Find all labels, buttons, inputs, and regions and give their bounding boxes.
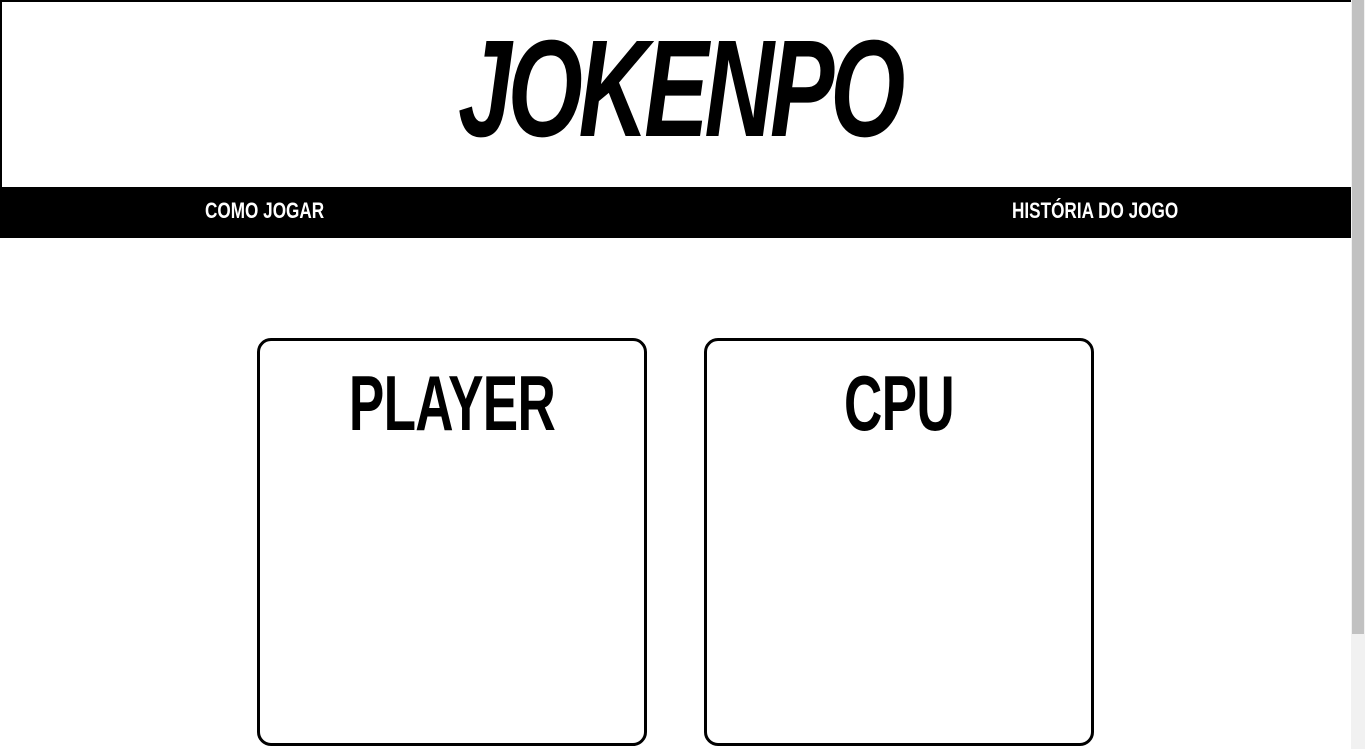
site-header: JOKENPO [0,0,1353,189]
main-navbar: COMO JOGAR HISTÓRIA DO JOGO [0,187,1351,238]
cpu-card: CPU [704,338,1094,746]
nav-link-como-jogar[interactable]: COMO JOGAR [205,187,324,238]
cpu-card-title: CPU [844,359,955,447]
site-logo: JOKENPO [458,12,905,166]
page: JOKENPO COMO JOGAR HISTÓRIA DO JOGO PLAY… [0,0,1365,749]
player-card: PLAYER [257,338,647,746]
player-card-title: PLAYER [348,359,556,447]
vertical-scrollbar[interactable] [1351,0,1365,749]
scrollbar-thumb[interactable] [1352,0,1364,634]
nav-link-historia-do-jogo[interactable]: HISTÓRIA DO JOGO [1012,187,1178,238]
